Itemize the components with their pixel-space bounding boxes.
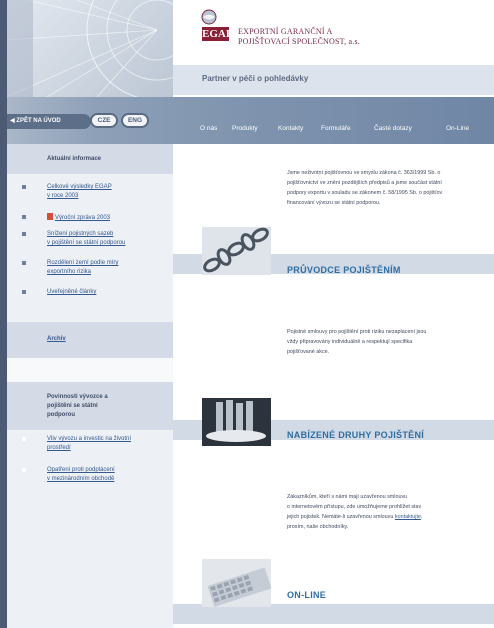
bullet-icon <box>22 215 26 219</box>
tagline: Partner v péči o pohledávky <box>202 74 309 83</box>
keyboard-photo <box>202 559 271 607</box>
news-link[interactable]: Celkové výsledky EGAP v roce 2003 <box>47 183 112 201</box>
intro-paragraph: Jsme neživotní pojišťovnou ve smyslu zák… <box>287 170 443 206</box>
nav-item-about[interactable]: O nás <box>200 125 217 132</box>
news-link[interactable]: Uveřejněné článkу <box>47 288 96 297</box>
bullet-icon <box>22 437 26 441</box>
news-link[interactable]: Rozdělení zemí podle míry exportního rizi… <box>47 259 118 277</box>
back-to-home-button[interactable]: ◀ ZPĚT NA ÚVOD <box>7 114 91 129</box>
language-eng-button[interactable]: ENG <box>121 113 149 128</box>
news-link[interactable]: Výroční zpráva 2003 <box>47 213 110 223</box>
bullet-icon <box>22 290 26 294</box>
globe-emblem-icon <box>201 9 217 25</box>
company-name-line2: POJIŠŤOVACÍ SPOLEČNOST, a.s. <box>238 37 360 46</box>
nav-item-online[interactable]: On-Line <box>446 125 469 132</box>
sidebar-spacer <box>7 358 173 382</box>
back-button-label: ZPĚT NA ÚVOD <box>16 118 61 124</box>
back-arrow-icon: ◀ <box>10 118 15 124</box>
bullet-icon <box>22 261 26 265</box>
logo-wordmark: EGAP <box>202 27 233 41</box>
company-name-line1: EXPORTNÍ GARANČNÍ A <box>238 27 333 36</box>
section-paragraph: Zákazníkům, kteří s námi mají uzavřenou … <box>287 494 423 530</box>
nav-item-faq[interactable]: Časté dotazy <box>374 125 412 132</box>
sidebar-section-title: Aktuální informace <box>47 156 102 162</box>
sidebar-archive-row <box>7 322 173 358</box>
section-title-insurance-guide[interactable]: PRŮVODCE POJIŠTĚNÍM <box>287 265 401 275</box>
section-band <box>173 604 494 624</box>
chain-photo <box>202 227 271 275</box>
contact-link[interactable]: kontaktujte <box>395 514 421 520</box>
archive-link[interactable]: Archiv <box>47 335 66 344</box>
news-link[interactable]: Snížení pojistných sazeb v pojištění se s… <box>47 230 125 248</box>
obligations-link[interactable]: Vliv vývozu a investic na životní prostře… <box>47 435 131 453</box>
coins-photo <box>202 398 271 446</box>
nav-item-contacts[interactable]: Kontakty <box>278 125 303 132</box>
bullet-icon <box>22 185 26 189</box>
bullet-icon <box>22 468 26 472</box>
sidebar-section-title: Povinnosti vývozce a pojištění se státní… <box>47 394 108 418</box>
left-edge-bar <box>0 0 7 628</box>
decorative-header-graphic <box>7 0 173 97</box>
bullet-icon <box>22 232 26 236</box>
pdf-icon <box>47 213 53 220</box>
nav-item-forms[interactable]: Formuláře <box>321 125 351 132</box>
nav-item-products[interactable]: Produkty <box>232 125 258 132</box>
language-cze-button[interactable]: CZE <box>90 113 118 128</box>
obligations-link[interactable]: Opatření proti podplácení v mezinárodním … <box>47 466 115 484</box>
section-title-online[interactable]: ON-LINE <box>287 590 326 600</box>
section-paragraph: Pojistné smlouvy pro pojištění proti riz… <box>287 329 427 355</box>
section-title-insurance-types[interactable]: NABÍZENÉ DRUHY POJIŠTĚNÍ <box>287 430 424 440</box>
